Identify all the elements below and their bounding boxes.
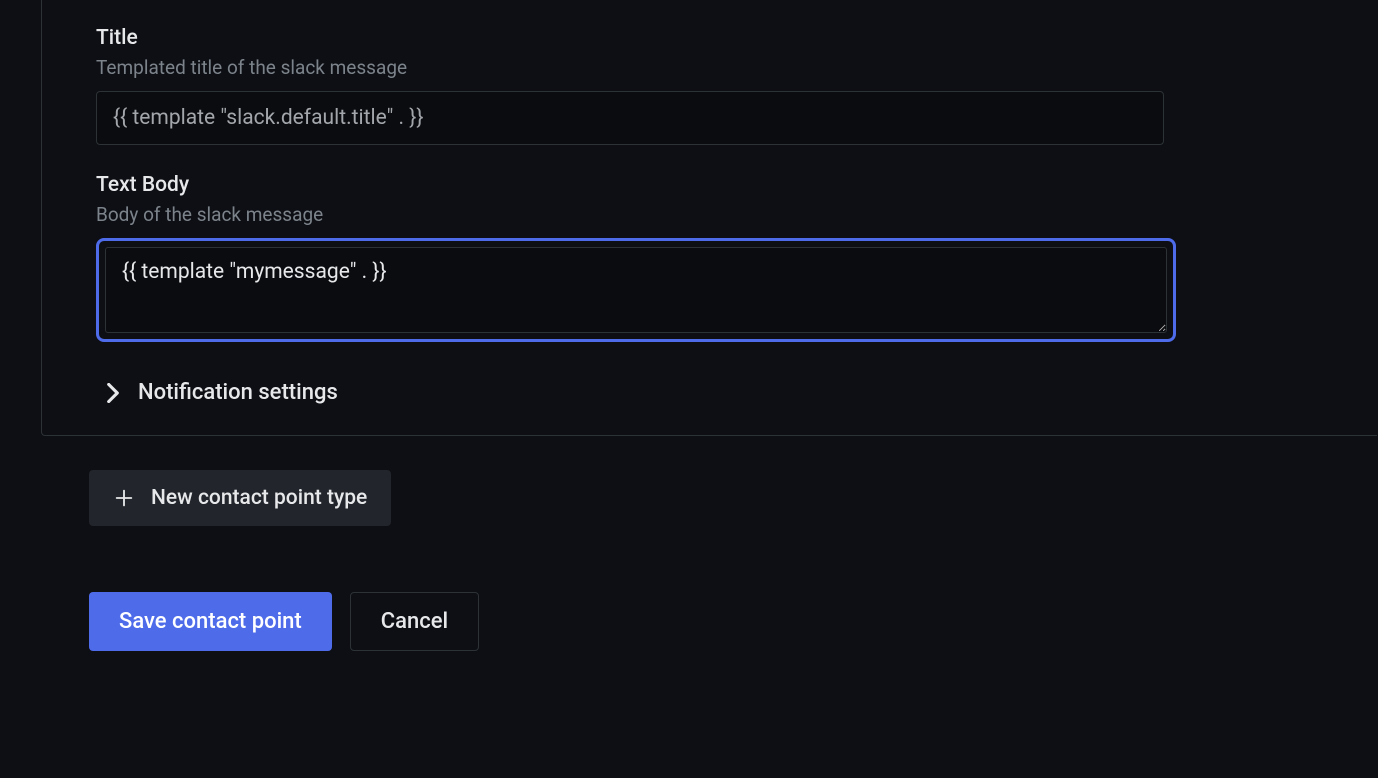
form-panel: Title Templated title of the slack messa… (41, 0, 1377, 436)
cancel-button[interactable]: Cancel (350, 592, 479, 651)
save-contact-point-button[interactable]: Save contact point (89, 592, 332, 651)
action-button-row: Save contact point Cancel (41, 592, 1378, 651)
secondary-button-row: New contact point type (41, 470, 1378, 526)
textbody-help: Body of the slack message (96, 203, 1377, 226)
textbody-label: Text Body (96, 173, 1377, 197)
new-contact-point-type-label: New contact point type (151, 486, 367, 510)
title-field-group: Title Templated title of the slack messa… (96, 26, 1377, 145)
textbody-input[interactable] (105, 247, 1167, 333)
chevron-right-icon (104, 384, 122, 402)
notification-settings-toggle[interactable]: Notification settings (96, 380, 1377, 405)
title-input[interactable] (96, 91, 1164, 145)
plus-icon (113, 487, 135, 509)
textbody-field-group: Text Body Body of the slack message (96, 173, 1377, 342)
textbody-focus-ring (96, 238, 1176, 342)
title-help: Templated title of the slack message (96, 56, 1377, 79)
notification-settings-label: Notification settings (138, 380, 338, 405)
new-contact-point-type-button[interactable]: New contact point type (89, 470, 391, 526)
title-label: Title (96, 26, 1377, 50)
